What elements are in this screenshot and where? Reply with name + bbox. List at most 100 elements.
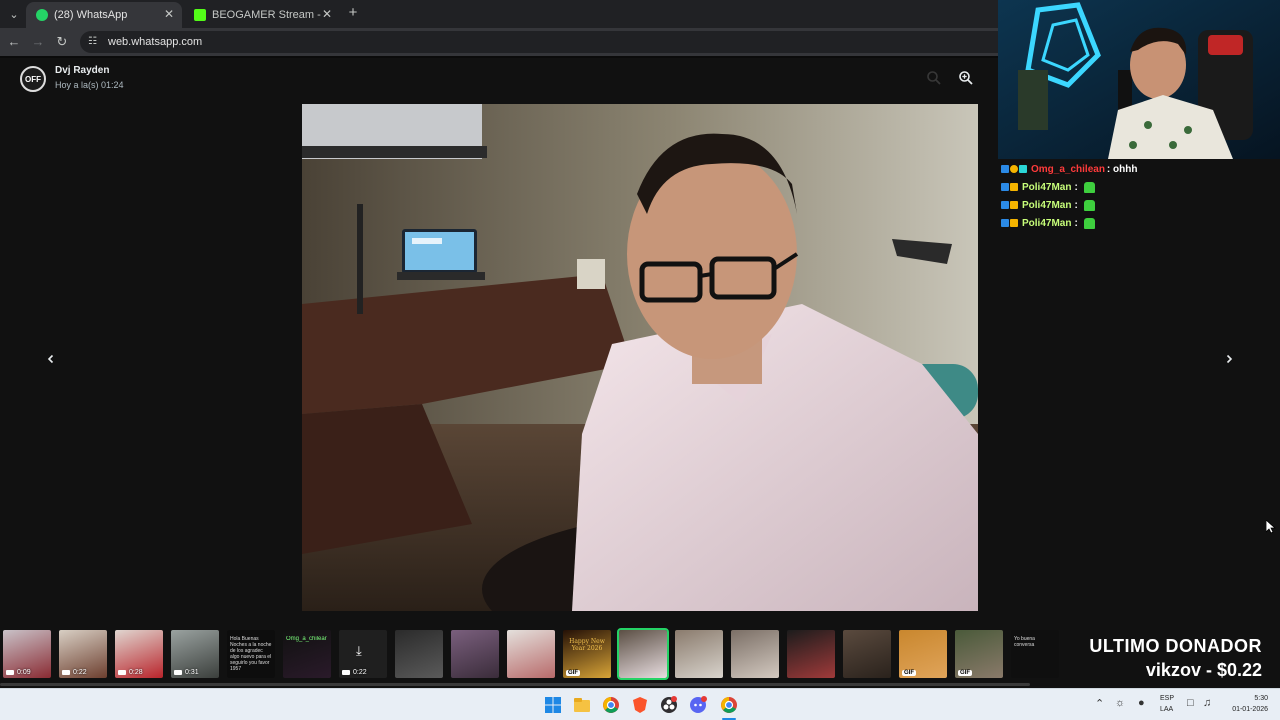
media-thumbnail[interactable]	[451, 630, 499, 678]
subscriber-badge-icon	[1019, 165, 1027, 173]
tab-beogamer-stream[interactable]: BEOGAMER Stream - Watch Liv ✕	[184, 2, 340, 28]
whatsapp-icon	[36, 9, 48, 21]
video-duration: 0:22	[353, 669, 367, 676]
clock-date[interactable]: 01-01-2026	[1220, 706, 1268, 713]
media-photo[interactable]	[302, 104, 978, 611]
chat-message: Omg_a_chilean : ohhh	[998, 160, 1280, 178]
url-text: web.whatsapp.com	[108, 36, 203, 48]
last-donor-title: ULTIMO DONADOR	[1089, 636, 1262, 656]
clock-time[interactable]: 5:30	[1226, 695, 1268, 702]
previous-media-button[interactable]	[40, 348, 62, 370]
subscriber-badge-icon	[1010, 219, 1018, 227]
video-camera-icon	[6, 670, 14, 675]
streamer-webcam	[998, 0, 1280, 159]
video-duration: 0:31	[185, 669, 199, 676]
media-thumbnail[interactable]: 0:28	[115, 630, 163, 678]
video-camera-icon	[62, 670, 70, 675]
download-icon[interactable]: ⤓	[356, 643, 362, 659]
sender-name[interactable]: Dvj Rayden	[55, 65, 109, 76]
chat-username[interactable]: Omg_a_chilean	[1031, 164, 1105, 175]
chat-username[interactable]: Poli47Man	[1022, 200, 1071, 211]
next-media-button[interactable]	[1218, 348, 1240, 370]
media-thumbnail[interactable]: GIF	[899, 630, 947, 678]
chat-message: Poli47Man :	[998, 196, 1280, 214]
mouse-cursor-icon	[1266, 520, 1276, 534]
chrome-icon[interactable]	[601, 695, 621, 715]
subscriber-badge-icon	[1010, 183, 1018, 191]
chevron-left-icon	[47, 354, 54, 364]
media-thumbnail[interactable]: Hola Buenas Noches a la noche de los agr…	[227, 630, 275, 678]
tab-title: (28) WhatsApp	[54, 9, 128, 21]
emote-icon	[1083, 217, 1095, 229]
chat-message: Poli47Man :	[998, 214, 1280, 232]
browser-toolbar: ← → ↻ ☷ web.whatsapp.com	[0, 28, 1000, 56]
media-thumbnail[interactable]	[617, 628, 669, 680]
media-thumbnail[interactable]: 0:22	[59, 630, 107, 678]
selfie-photo-illustration	[302, 104, 978, 611]
chat-username[interactable]: Poli47Man	[1022, 218, 1071, 229]
microphone-icon[interactable]: ●	[1138, 697, 1145, 709]
close-tab-icon[interactable]: ✕	[322, 7, 332, 21]
media-thumbnail[interactable]	[731, 630, 779, 678]
reload-button[interactable]: ↻	[53, 33, 71, 51]
media-thumbnail[interactable]: 0:31	[171, 630, 219, 678]
chrome-active-icon[interactable]	[719, 695, 739, 715]
kick-icon	[194, 9, 206, 21]
browser-tab-bar: ⌄ (28) WhatsApp ✕ BEOGAMER Stream - Watc…	[0, 0, 1000, 28]
moderator-badge-icon	[1001, 183, 1009, 191]
video-duration: 0:09	[17, 669, 31, 676]
input-language[interactable]: ESP	[1160, 695, 1174, 702]
new-tab-button[interactable]: +	[344, 4, 362, 22]
thumbnail-scrollbar[interactable]	[0, 683, 1030, 686]
moderator-badge-icon	[1001, 201, 1009, 209]
video-camera-icon	[174, 670, 182, 675]
media-thumbnail[interactable]	[507, 630, 555, 678]
chat-username[interactable]: Poli47Man	[1022, 182, 1071, 193]
media-thumbnail[interactable]	[395, 630, 443, 678]
media-thumbnail[interactable]	[675, 630, 723, 678]
obs-icon[interactable]	[659, 695, 679, 715]
discord-icon[interactable]	[688, 695, 708, 715]
site-info-icon[interactable]: ☷	[88, 36, 100, 48]
network-offline-icon[interactable]: ☼	[1115, 697, 1125, 709]
webcam-illustration	[998, 0, 1280, 159]
moderator-badge-icon	[1001, 219, 1009, 227]
avatar[interactable]: OFF	[20, 66, 46, 92]
video-duration: 0:22	[73, 669, 87, 676]
subscriber-badge-icon	[1010, 201, 1018, 209]
media-thumbnail[interactable]: GIF	[955, 630, 1003, 678]
tab-search-chevron-icon[interactable]: ⌄	[4, 4, 24, 24]
chat-text: :	[1074, 181, 1078, 193]
stream-chat: Omg_a_chilean : ohhh Poli47Man : Poli47M…	[998, 160, 1280, 236]
thumbnail-caption: Happy New Year 2026	[569, 638, 605, 652]
input-language-variant[interactable]: LAA	[1160, 706, 1173, 713]
emote-icon	[1083, 181, 1095, 193]
gif-badge: GIF	[566, 670, 580, 676]
media-thumbnail[interactable]: Omg_a_chilear	[283, 630, 331, 678]
zoom-out-icon[interactable]	[926, 70, 942, 86]
brave-icon[interactable]	[630, 695, 650, 715]
media-thumbnail[interactable]: 0:22 ⤓	[339, 630, 387, 678]
emote-icon	[1083, 199, 1095, 211]
back-button[interactable]: ←	[5, 33, 23, 51]
last-donor-name: vikzov - $0.22	[1145, 660, 1262, 680]
forward-button[interactable]: →	[29, 33, 47, 51]
verified-badge-icon	[1010, 165, 1018, 173]
media-thumbnail[interactable]	[843, 630, 891, 678]
windows-start-icon[interactable]	[543, 695, 563, 715]
thumbnail-text: Hola Buenas Noches a la noche de los agr…	[230, 636, 272, 672]
file-explorer-icon[interactable]	[572, 695, 592, 715]
chevron-up-icon[interactable]: ⌃	[1095, 697, 1104, 710]
address-bar[interactable]: ☷ web.whatsapp.com	[80, 31, 1000, 53]
media-thumbnail[interactable]	[787, 630, 835, 678]
chat-text: : ohhh	[1106, 163, 1138, 175]
thumbnail-strip: 0:09 0:22 0:28 0:31 Hola Buenas Noches a la …	[0, 625, 1065, 686]
display-icon[interactable]: □	[1187, 697, 1194, 709]
zoom-in-icon[interactable]	[958, 70, 974, 86]
tab-whatsapp[interactable]: (28) WhatsApp ✕	[26, 2, 182, 28]
chat-message: Poli47Man :	[998, 178, 1280, 196]
media-thumbnail[interactable]: Happy New Year 2026 GIF	[563, 630, 611, 678]
speaker-icon[interactable]: ♫	[1203, 697, 1211, 709]
close-tab-icon[interactable]: ✕	[164, 7, 174, 21]
media-thumbnail[interactable]: 0:09	[3, 630, 51, 678]
